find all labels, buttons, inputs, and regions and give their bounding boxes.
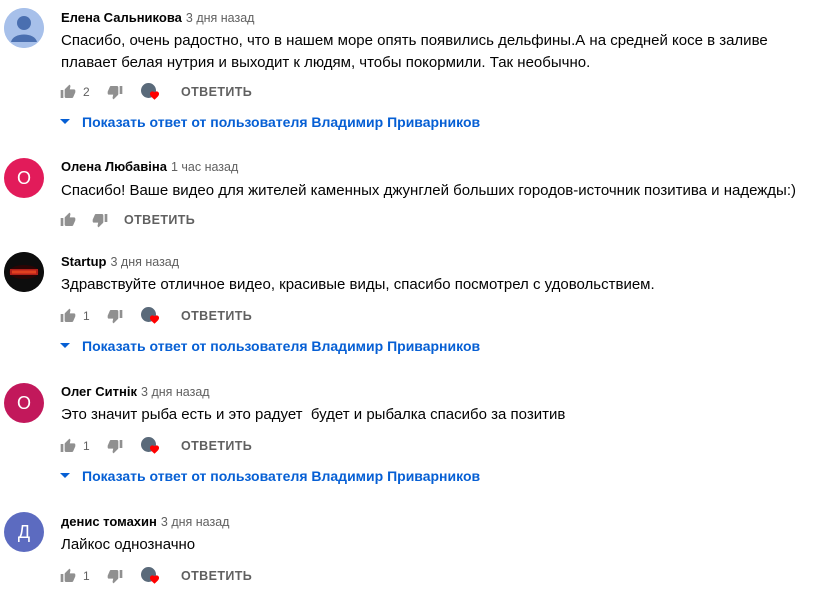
- view-replies-button[interactable]: Показать ответ от пользователя Владимир …: [60, 114, 480, 130]
- comment-actions: 1 ОТВЕТИТЬ: [60, 566, 252, 586]
- caret-down-icon: [60, 343, 70, 348]
- comment-author[interactable]: Startup: [61, 254, 107, 269]
- like-icon[interactable]: [60, 308, 76, 324]
- view-replies-button[interactable]: Показать ответ от пользователя Владимир …: [60, 338, 480, 354]
- creator-heart-icon: [141, 566, 163, 586]
- comment-time[interactable]: 3 дня назад: [111, 255, 180, 269]
- dislike-icon[interactable]: [107, 568, 123, 584]
- comment-time[interactable]: 3 дня назад: [186, 11, 255, 25]
- dislike-icon[interactable]: [107, 438, 123, 454]
- comment-actions: 1 ОТВЕТИТЬ: [60, 306, 252, 326]
- avatar[interactable]: [4, 8, 44, 48]
- comment-text: Это значит рыба есть и это радует будет …: [61, 406, 566, 423]
- reply-button[interactable]: ОТВЕТИТЬ: [181, 439, 252, 453]
- reply-button[interactable]: ОТВЕТИТЬ: [124, 213, 195, 227]
- comment-actions: ОТВЕТИТЬ: [60, 210, 195, 230]
- creator-heart-icon: [141, 82, 163, 102]
- dislike-icon[interactable]: [107, 84, 123, 100]
- comment-time[interactable]: 3 дня назад: [161, 515, 230, 529]
- view-replies-button[interactable]: Показать ответ от пользователя Владимир …: [60, 468, 480, 484]
- comment-actions: 1 ОТВЕТИТЬ: [60, 436, 252, 456]
- like-count: 2: [83, 85, 90, 99]
- dislike-icon[interactable]: [107, 308, 123, 324]
- avatar[interactable]: [4, 252, 44, 292]
- reply-button[interactable]: ОТВЕТИТЬ: [181, 569, 252, 583]
- like-count: 1: [83, 569, 90, 583]
- creator-heart-icon: [141, 436, 163, 456]
- comment-author[interactable]: Олена Любавіна: [61, 159, 167, 174]
- creator-heart-icon: [141, 306, 163, 326]
- dislike-icon[interactable]: [92, 212, 108, 228]
- like-icon[interactable]: [60, 568, 76, 584]
- comment-actions: 2 ОТВЕТИТЬ: [60, 82, 252, 102]
- avatar[interactable]: О: [4, 383, 44, 423]
- avatar-letter: О: [16, 392, 31, 413]
- view-replies-label: Показать ответ от пользователя Владимир …: [82, 338, 481, 354]
- reply-button[interactable]: ОТВЕТИТЬ: [181, 85, 252, 99]
- comment-time[interactable]: 3 дня назад: [141, 385, 210, 399]
- comment-text: Спасибо! Ваше видео для жителей каменных…: [61, 182, 796, 199]
- comment-author[interactable]: Олег Ситнік: [61, 384, 137, 399]
- comment-time[interactable]: 1 час назад: [171, 160, 238, 174]
- like-count: 1: [83, 439, 90, 453]
- caret-down-icon: [60, 119, 70, 124]
- avatar[interactable]: О: [4, 158, 44, 198]
- avatar-letter: Д: [17, 521, 31, 542]
- like-icon[interactable]: [60, 438, 76, 454]
- like-icon[interactable]: [60, 84, 76, 100]
- like-icon[interactable]: [60, 212, 76, 228]
- view-replies-label: Показать ответ от пользователя Владимир …: [82, 114, 481, 130]
- avatar[interactable]: Д: [4, 512, 44, 552]
- comment-author[interactable]: Елена Сальникова: [61, 10, 182, 25]
- comment-text: Лайкос однозначно: [61, 536, 196, 553]
- like-count: 1: [83, 309, 90, 323]
- comment-text: Здравствуйте отличное видео, красивые ви…: [61, 276, 655, 293]
- view-replies-label: Показать ответ от пользователя Владимир …: [82, 468, 481, 484]
- comment-text: Спасибо, очень радостно, что в нашем мор…: [61, 32, 772, 71]
- comment-author[interactable]: денис томахин: [61, 514, 157, 529]
- channel-logo-icon: [4, 252, 44, 292]
- default-user-icon: [4, 8, 44, 48]
- caret-down-icon: [60, 473, 70, 478]
- avatar-letter: О: [16, 167, 31, 188]
- reply-button[interactable]: ОТВЕТИТЬ: [181, 309, 252, 323]
